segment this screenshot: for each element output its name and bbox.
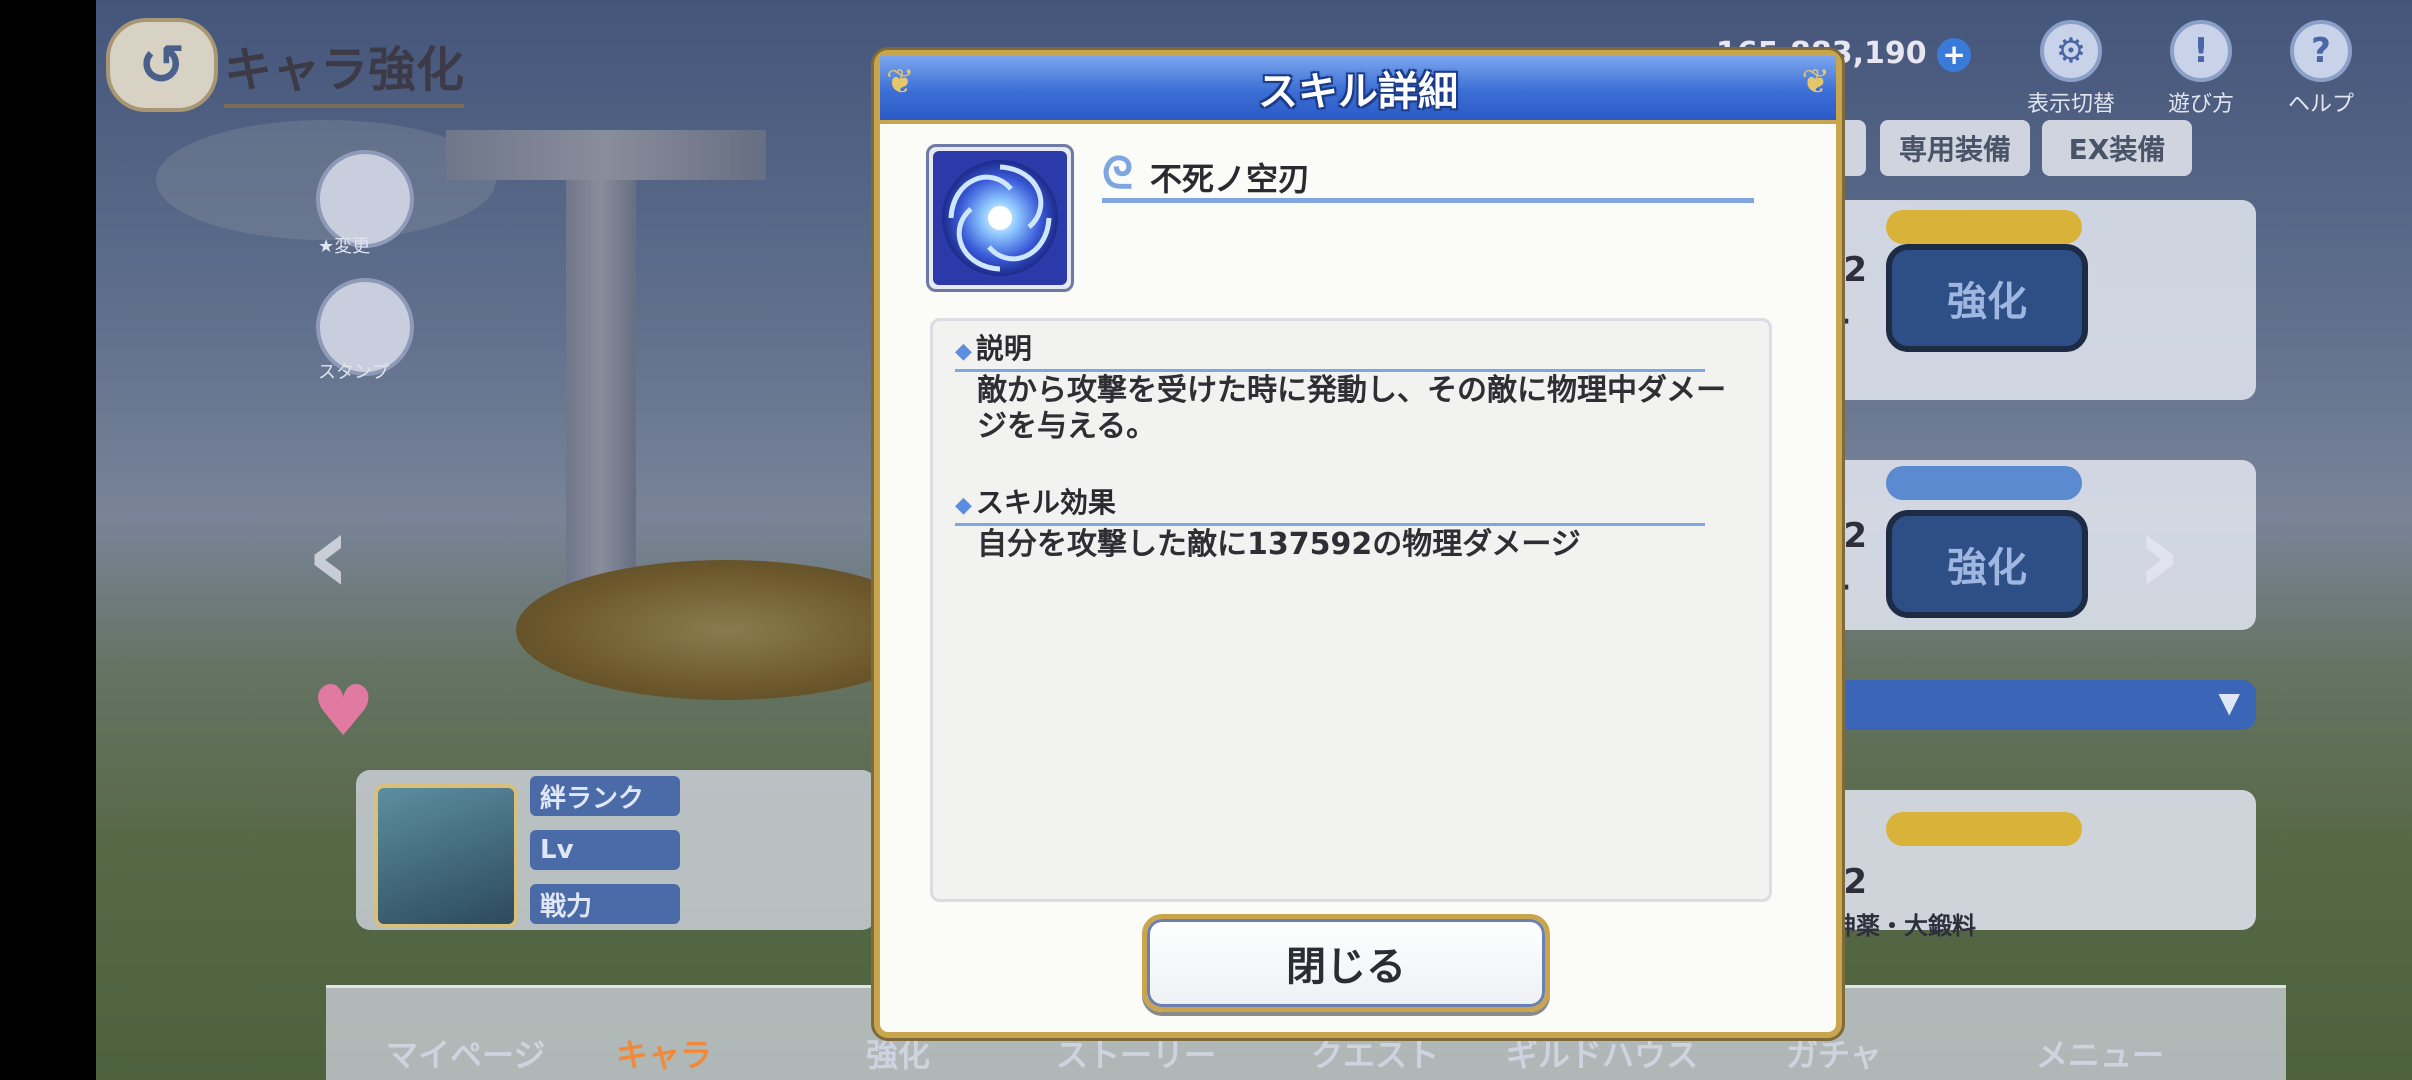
help-label: ヘルプ bbox=[2287, 92, 2354, 117]
bond-rank-label: 絆ランク bbox=[530, 776, 680, 816]
heart-icon[interactable]: ♥ bbox=[312, 670, 375, 752]
help-icon: ? bbox=[2290, 20, 2352, 82]
diamond-icon: ◆ bbox=[955, 339, 972, 364]
next-character-arrow[interactable]: › bbox=[2136, 490, 2181, 618]
skill-type-badge bbox=[1886, 812, 2082, 846]
skill-name-header: ᘓ 不死ノ空刃 bbox=[1102, 148, 1754, 203]
how-to-play-label: 遊び方 bbox=[2167, 92, 2234, 117]
skill-name: 不死ノ空刃 bbox=[1150, 160, 1311, 198]
skill-type-badge bbox=[1886, 466, 2082, 500]
description-heading-text: 説明 bbox=[975, 332, 1032, 365]
back-button[interactable]: ↺ bbox=[106, 18, 218, 112]
back-icon: ↺ bbox=[138, 32, 186, 98]
prev-character-arrow[interactable]: ‹ bbox=[306, 490, 351, 618]
power-label: 戦力 bbox=[530, 884, 680, 924]
skill-select-dropdown[interactable]: ル ▼ bbox=[1796, 680, 2256, 730]
tab-exclusive-equipment[interactable]: 専用装備 bbox=[1880, 120, 2030, 176]
character-portrait[interactable] bbox=[374, 784, 518, 928]
enhance-button[interactable]: 強化 bbox=[1886, 244, 2088, 352]
description-text: 敵から攻撃を受けた時に発動し、その敵に物理中ダメージを与える。 bbox=[977, 373, 1727, 444]
nav-menu[interactable]: メニュー bbox=[2036, 1030, 2164, 1076]
display-toggle-icon: ⚙ bbox=[2040, 20, 2102, 82]
ornament-icon: ❦ bbox=[886, 62, 915, 102]
level-label: Lv bbox=[530, 830, 680, 870]
nav-character[interactable]: キャラ bbox=[616, 1030, 712, 1076]
display-toggle-label: 表示切替 bbox=[2026, 92, 2115, 117]
info-icon: ! bbox=[2170, 20, 2232, 82]
dialog-header: ❦ スキル詳細 ❦ bbox=[880, 56, 1836, 124]
dialog-title: スキル詳細 bbox=[1258, 69, 1458, 115]
page-title: キャラ強化 bbox=[224, 30, 465, 108]
nav-my-page[interactable]: マイページ bbox=[386, 1030, 545, 1076]
add-currency-button[interactable]: + bbox=[1937, 37, 1972, 72]
skill-detail-dialog: ❦ スキル詳細 ❦ ᘓ 不死ノ空刃 ◆ 説明 敵から攻撃を受けた時に発動し、その… bbox=[874, 50, 1842, 1038]
diamond-icon: ◆ bbox=[955, 493, 972, 518]
how-to-play-button[interactable]: ! 遊び方 bbox=[2156, 20, 2246, 118]
change-star-label: ★変更 bbox=[318, 236, 371, 257]
stamp-label: スタンプ bbox=[318, 362, 390, 383]
ornament-icon: ❦ bbox=[1801, 62, 1831, 102]
close-button[interactable]: 閉じる bbox=[1142, 914, 1550, 1012]
help-button[interactable]: ? ヘルプ bbox=[2276, 20, 2366, 118]
description-heading: ◆ 説明 bbox=[955, 327, 1705, 372]
skill-icon bbox=[926, 144, 1074, 292]
effect-text: 自分を攻撃した敵に137592の物理ダメージ bbox=[977, 527, 1581, 562]
tab-ex-equipment[interactable]: EX装備 bbox=[2042, 120, 2192, 176]
enhance-button[interactable]: 強化 bbox=[1886, 510, 2088, 618]
effect-heading: ◆ スキル効果 bbox=[955, 481, 1705, 526]
skill-type-badge bbox=[1886, 210, 2082, 244]
game-screen: ↺ キャラ強化 165,883,190 + ⚙ 表示切替 ! 遊び方 ? ヘルプ… bbox=[96, 0, 2412, 1080]
swirl-icon: ᘓ bbox=[1102, 148, 1133, 199]
vortex-icon bbox=[933, 151, 1067, 285]
skill-content-panel: ◆ 説明 敵から攻撃を受けた時に発動し、その敵に物理中ダメージを与える。 ◆ スキル… bbox=[930, 318, 1772, 902]
display-toggle-button[interactable]: ⚙ 表示切替 bbox=[2026, 20, 2116, 118]
effect-heading-text: スキル効果 bbox=[975, 486, 1116, 519]
chevron-down-icon: ▼ bbox=[2218, 686, 2240, 719]
